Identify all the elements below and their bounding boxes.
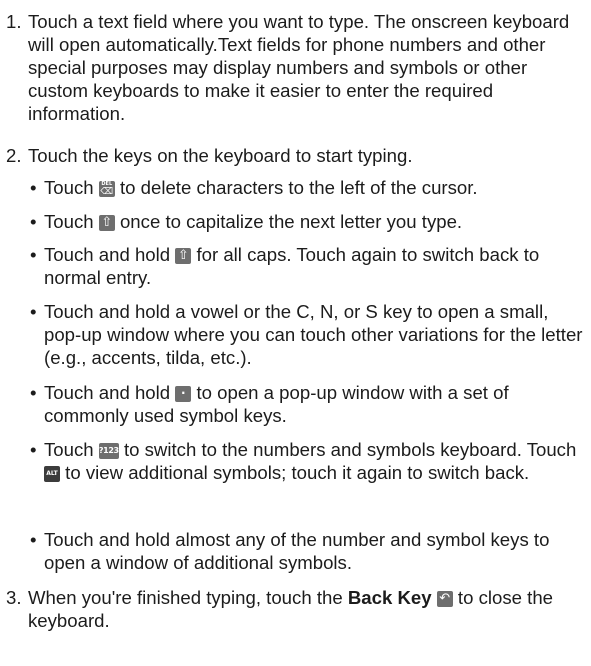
bullet-text: Touch — [44, 439, 99, 460]
shift-key-icon: ⇧ — [175, 248, 192, 264]
bullet-text: Touch and hold almost any of the number … — [44, 529, 550, 573]
bullet-text: to delete characters to the left of the … — [114, 177, 478, 198]
step-text: Touch a text field where you want to typ… — [28, 11, 570, 124]
step-number: 2. — [6, 145, 22, 166]
bullet-marker: • — [30, 244, 37, 265]
bullet-symbols: • Touch ?123 to switch to the numbers an… — [30, 438, 590, 484]
period-key-icon: · — [175, 386, 192, 402]
bullet-marker: • — [30, 211, 37, 232]
bullet-text: Touch — [44, 177, 99, 198]
step-number: 1. — [6, 11, 22, 32]
step-1: 1. Touch a text field where you want to … — [6, 10, 586, 125]
bullet-marker: • — [30, 439, 37, 460]
bullet-text: Touch and hold a vowel or the C, N, or S… — [44, 301, 583, 368]
bullet-text: to switch to the numbers and symbols key… — [118, 439, 577, 460]
bullet-text: Touch and hold — [44, 244, 176, 265]
back-key-label: Back Key — [347, 587, 432, 608]
bullet-marker: • — [30, 529, 37, 550]
bullet-marker: • — [30, 177, 37, 198]
bullet-marker: • — [30, 382, 37, 403]
bullet-caps: • Touch and hold ⇧ for all caps. Touch a… — [30, 243, 590, 289]
step-3: 3. When you're finished typing, touch th… — [6, 586, 586, 632]
delete-key-icon: DEL ⌫ — [98, 181, 115, 197]
bullet-shift: • Touch ⇧ once to capitalize the next le… — [30, 210, 590, 233]
alt-key-icon: ALT — [44, 466, 60, 482]
instructions-document: 1. Touch a text field where you want to … — [0, 0, 591, 666]
back-key-icon: ↶ — [436, 591, 453, 607]
step-number: 3. — [6, 587, 22, 608]
step-text: When you're finished typing, touch the — [28, 587, 348, 608]
step-2: 2. Touch the keys on the keyboard to sta… — [6, 144, 586, 167]
numbers-symbols-key-icon: ?123 — [98, 443, 119, 459]
bullet-marker: • — [30, 301, 37, 322]
bullet-delete: • Touch DEL ⌫ to delete characters to the… — [30, 176, 590, 199]
bullet-hold-symbols: • Touch and hold almost any of the numbe… — [30, 528, 590, 574]
step-text: Touch the keys on the keyboard to start … — [28, 145, 413, 166]
bullet-period: • Touch and hold · to open a pop-up wind… — [30, 381, 590, 427]
bullet-text: to view additional symbols; touch it aga… — [60, 462, 530, 483]
bullet-vowel: • Touch and hold a vowel or the C, N, or… — [30, 300, 590, 369]
bullet-text: Touch — [44, 211, 99, 232]
shift-key-icon: ⇧ — [98, 215, 115, 231]
bullet-text: Touch and hold — [44, 382, 176, 403]
bullet-text: once to capitalize the next letter you t… — [114, 211, 463, 232]
